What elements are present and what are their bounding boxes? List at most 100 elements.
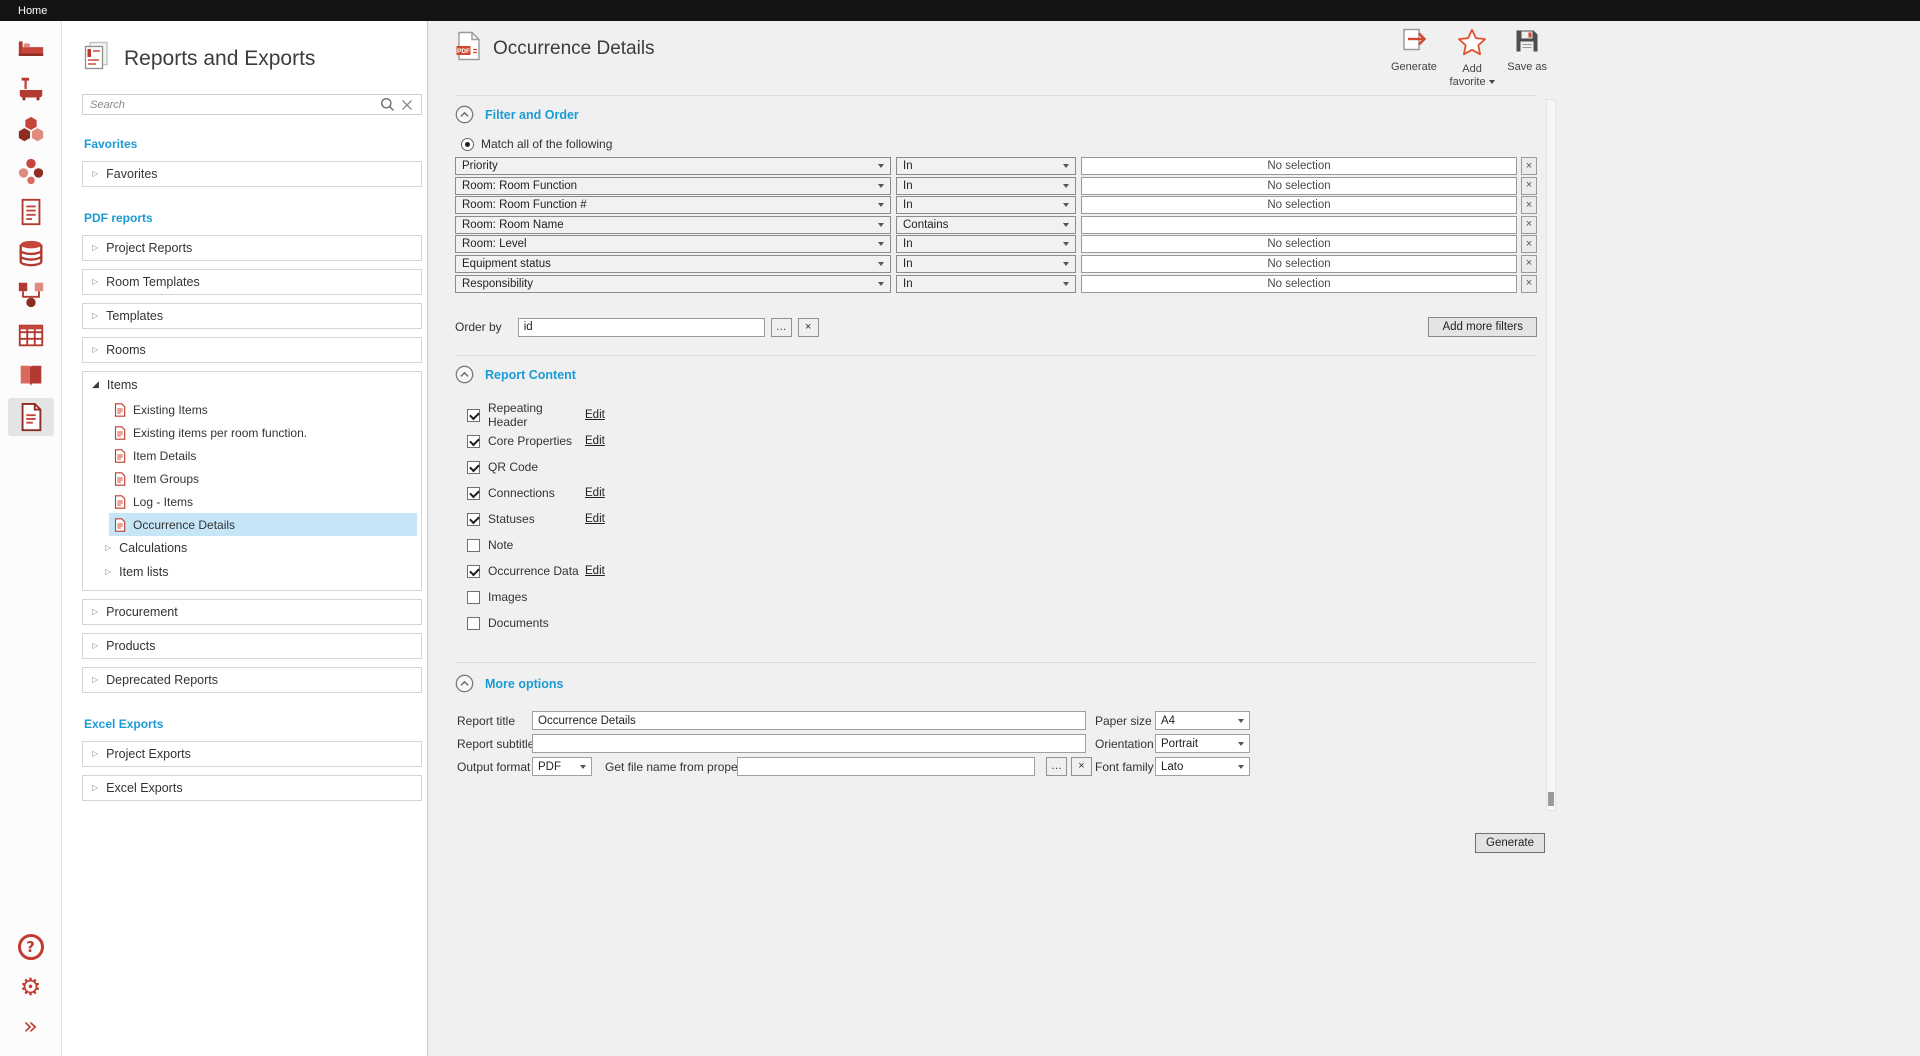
- remove-filter-button[interactable]: ×: [1521, 177, 1537, 195]
- checkbox-checked-icon[interactable]: [467, 461, 480, 474]
- vertical-scrollbar[interactable]: [1546, 99, 1556, 811]
- save-as-button[interactable]: Save as: [1507, 28, 1547, 89]
- filter-field-dropdown[interactable]: Equipment status: [455, 255, 891, 273]
- home-menu[interactable]: Home: [18, 5, 47, 17]
- catalog-module-icon[interactable]: [8, 357, 54, 395]
- filter-field-dropdown[interactable]: Room: Room Function #: [455, 196, 891, 214]
- tree-group-favorites[interactable]: ▷Favorites: [82, 161, 422, 187]
- room-equipment-module-icon[interactable]: [8, 70, 54, 108]
- collapse-section-icon[interactable]: [455, 674, 474, 693]
- match-all-radio[interactable]: Match all of the following: [461, 137, 612, 151]
- reports-module-icon[interactable]: [8, 398, 54, 436]
- generate-toolbar-button[interactable]: Generate: [1391, 28, 1437, 89]
- edit-link[interactable]: Edit: [585, 409, 605, 421]
- edit-link[interactable]: Edit: [585, 487, 605, 499]
- filter-operator-dropdown[interactable]: In: [896, 235, 1076, 253]
- checkbox-checked-icon[interactable]: [467, 565, 480, 578]
- filter-value-selector[interactable]: No selection: [1081, 255, 1517, 273]
- report-item-selected[interactable]: Occurrence Details: [109, 513, 417, 536]
- checkbox-checked-icon[interactable]: [467, 435, 480, 448]
- rooms-module-icon[interactable]: [8, 29, 54, 67]
- filter-operator-dropdown[interactable]: Contains: [896, 216, 1076, 234]
- paper-size-dropdown[interactable]: A4: [1155, 711, 1250, 730]
- remove-filter-button[interactable]: ×: [1521, 255, 1537, 273]
- remove-filter-button[interactable]: ×: [1521, 157, 1537, 175]
- remove-filter-button[interactable]: ×: [1521, 235, 1537, 253]
- edit-link[interactable]: Edit: [585, 435, 605, 447]
- file-name-input[interactable]: [737, 757, 1035, 776]
- tree-group-project-reports[interactable]: ▷Project Reports: [82, 235, 422, 261]
- add-more-filters-button[interactable]: Add more filters: [1428, 317, 1537, 337]
- filter-operator-dropdown[interactable]: In: [896, 177, 1076, 195]
- tree-group-products[interactable]: ▷Products: [82, 633, 422, 659]
- documents-module-icon[interactable]: [8, 193, 54, 231]
- filter-value-selector[interactable]: No selection: [1081, 275, 1517, 293]
- filter-field-dropdown[interactable]: Priority: [455, 157, 891, 175]
- report-title-input[interactable]: [532, 711, 1086, 730]
- order-by-clear-button[interactable]: ×: [798, 318, 819, 337]
- tree-group-project-exports[interactable]: ▷Project Exports: [82, 741, 422, 767]
- checkbox-unchecked-icon[interactable]: [467, 539, 480, 552]
- filter-value-selector[interactable]: No selection: [1081, 157, 1517, 175]
- report-item[interactable]: Existing Items: [109, 398, 417, 421]
- checkbox-unchecked-icon[interactable]: [467, 617, 480, 630]
- tree-group-rooms[interactable]: ▷Rooms: [82, 337, 422, 363]
- add-favorite-button[interactable]: Add favorite: [1444, 28, 1500, 89]
- filter-value-input[interactable]: [1081, 216, 1517, 234]
- filter-value-selector[interactable]: No selection: [1081, 196, 1517, 214]
- report-item[interactable]: Item Details: [109, 444, 417, 467]
- tree-group-excel-exports[interactable]: ▷Excel Exports: [82, 775, 422, 801]
- filter-operator-dropdown[interactable]: In: [896, 157, 1076, 175]
- output-format-dropdown[interactable]: PDF: [532, 757, 592, 776]
- order-by-input[interactable]: [518, 318, 765, 337]
- scrollbar-thumb[interactable]: [1548, 792, 1554, 806]
- filter-value-selector[interactable]: No selection: [1081, 235, 1517, 253]
- tree-group-room-templates[interactable]: ▷Room Templates: [82, 269, 422, 295]
- checkbox-unchecked-icon[interactable]: [467, 591, 480, 604]
- tree-subgroup-calculations[interactable]: ▷Calculations: [83, 536, 421, 560]
- report-item[interactable]: Existing items per room function.: [109, 421, 417, 444]
- settings-icon[interactable]: ⚙: [20, 975, 42, 999]
- orientation-dropdown[interactable]: Portrait: [1155, 734, 1250, 753]
- report-item[interactable]: Log - Items: [109, 490, 417, 513]
- help-icon[interactable]: ?: [18, 934, 44, 960]
- checkbox-checked-icon[interactable]: [467, 487, 480, 500]
- filter-operator-dropdown[interactable]: In: [896, 196, 1076, 214]
- remove-filter-button[interactable]: ×: [1521, 216, 1537, 234]
- filter-field-dropdown[interactable]: Room: Room Name: [455, 216, 891, 234]
- filter-field-dropdown[interactable]: Room: Room Function: [455, 177, 891, 195]
- checkbox-checked-icon[interactable]: [467, 409, 480, 422]
- generate-button[interactable]: Generate: [1475, 833, 1545, 853]
- filter-field-dropdown[interactable]: Room: Level: [455, 235, 891, 253]
- tree-group-header[interactable]: ◢Items: [83, 372, 421, 398]
- tree-group-deprecated-reports[interactable]: ▷Deprecated Reports: [82, 667, 422, 693]
- filter-value-selector[interactable]: No selection: [1081, 177, 1517, 195]
- filter-operator-dropdown[interactable]: In: [896, 275, 1076, 293]
- checkbox-checked-icon[interactable]: [467, 513, 480, 526]
- clear-search-icon[interactable]: [397, 96, 417, 114]
- statistics-module-icon[interactable]: [8, 316, 54, 354]
- collapse-section-icon[interactable]: [455, 365, 474, 384]
- remove-filter-button[interactable]: ×: [1521, 275, 1537, 293]
- products-module-icon[interactable]: [8, 111, 54, 149]
- font-family-dropdown[interactable]: Lato: [1155, 757, 1250, 776]
- filter-field-dropdown[interactable]: Responsibility: [455, 275, 891, 293]
- remove-filter-button[interactable]: ×: [1521, 196, 1537, 214]
- collapse-panel-icon[interactable]: »: [23, 1014, 38, 1038]
- workflow-module-icon[interactable]: [8, 275, 54, 313]
- report-item[interactable]: Item Groups: [109, 467, 417, 490]
- tree-subgroup-item-lists[interactable]: ▷Item lists: [83, 560, 421, 584]
- file-name-browse-button[interactable]: …: [1046, 757, 1067, 776]
- tree-group-templates[interactable]: ▷Templates: [82, 303, 422, 329]
- search-icon[interactable]: [377, 96, 397, 114]
- search-input[interactable]: [90, 99, 377, 111]
- product-groups-module-icon[interactable]: [8, 152, 54, 190]
- edit-link[interactable]: Edit: [585, 513, 605, 525]
- filter-operator-dropdown[interactable]: In: [896, 255, 1076, 273]
- report-subtitle-input[interactable]: [532, 734, 1086, 753]
- tree-group-procurement[interactable]: ▷Procurement: [82, 599, 422, 625]
- data-module-icon[interactable]: [8, 234, 54, 272]
- order-by-browse-button[interactable]: …: [771, 318, 792, 337]
- collapse-section-icon[interactable]: [455, 105, 474, 124]
- file-name-clear-button[interactable]: ×: [1071, 757, 1092, 776]
